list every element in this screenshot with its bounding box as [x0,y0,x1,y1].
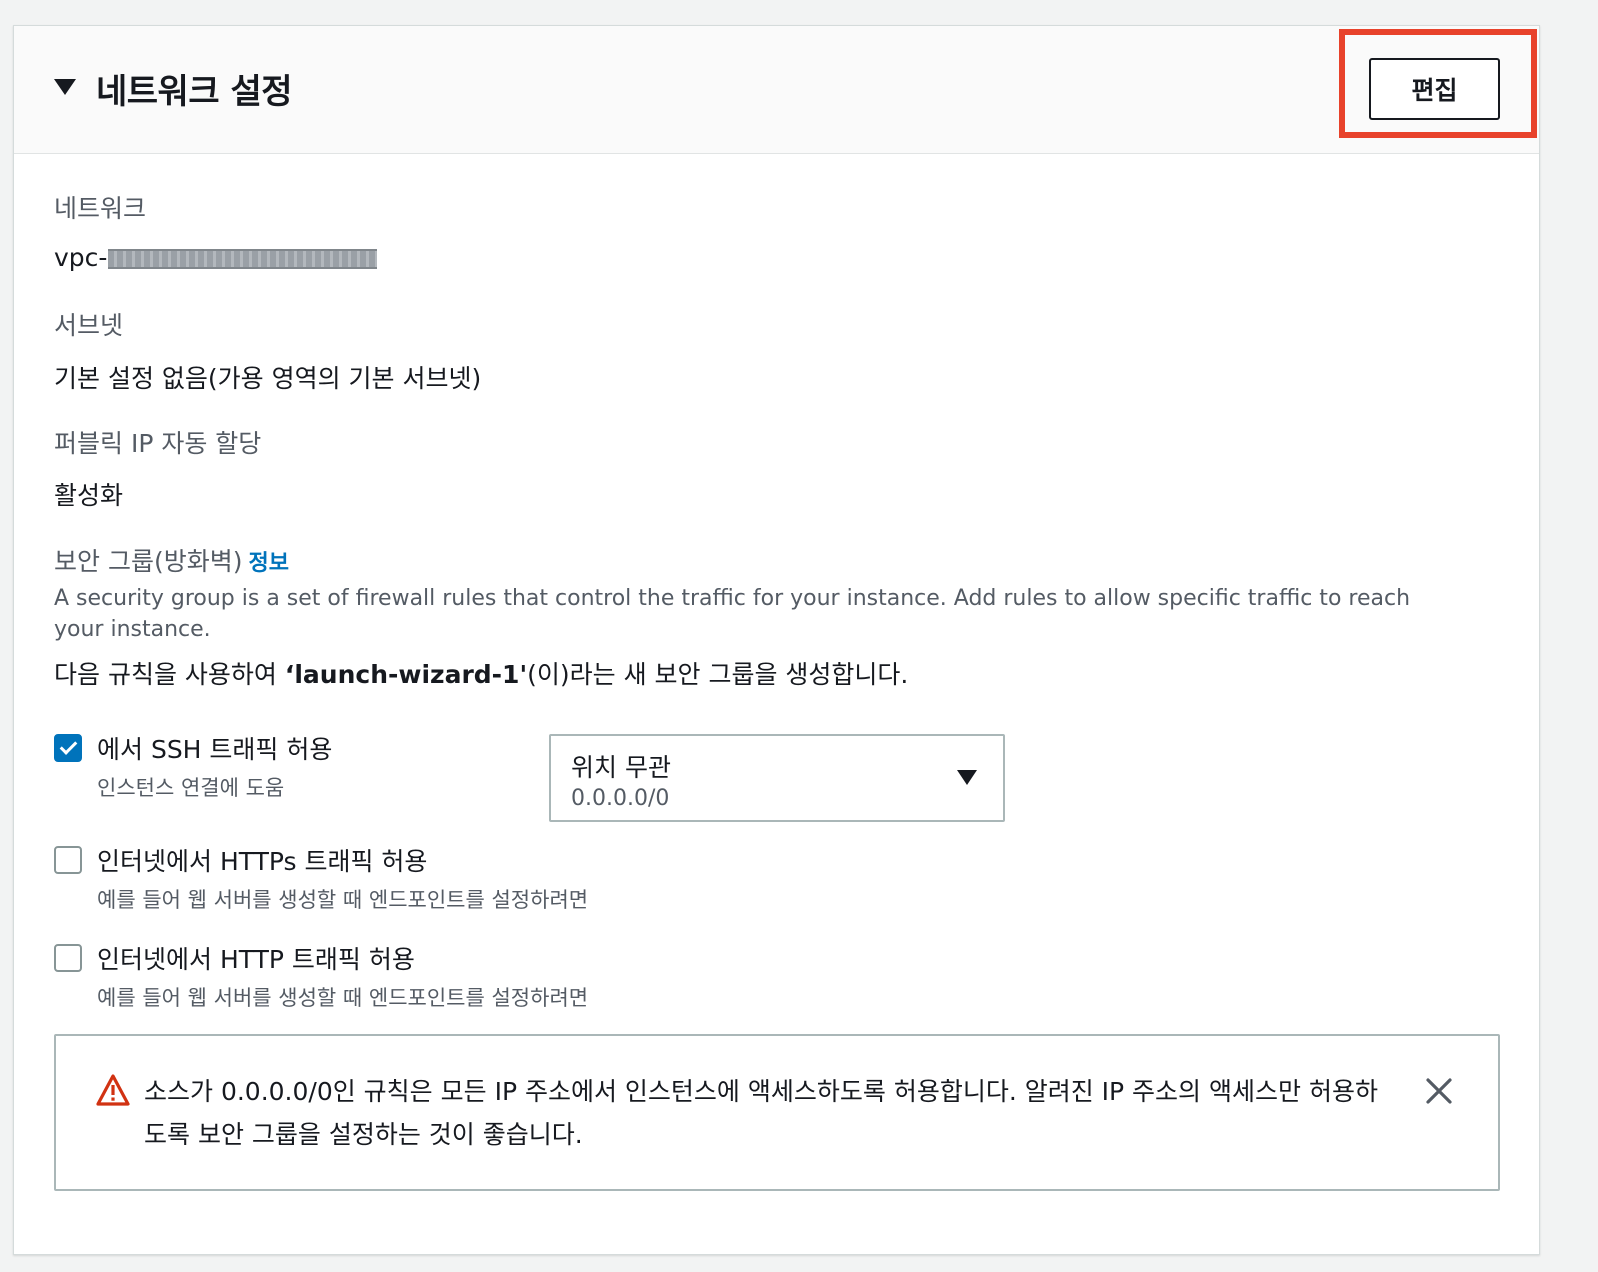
public-ip-label: 퍼블릭 IP 자동 할당 [54,429,262,458]
http-rule-label[interactable]: 인터넷에서 HTTP 트래픽 허용 [97,940,415,976]
http-rule-description: 예를 들어 웹 서버를 생성할 때 엔드포인트를 설정하려면 [97,986,589,1010]
ssh-checkbox[interactable] [54,734,82,762]
http-checkbox[interactable] [54,944,82,972]
panel-header: 네트워크 설정 편집 [14,26,1539,154]
source-select-value: 위치 무관 [571,753,671,782]
https-checkbox[interactable] [54,846,82,874]
network-value: vpc- [54,243,378,272]
network-settings-panel: 네트워크 설정 편집 네트워크 vpc- 서브넷 기본 설정 없음(가용 영역의… [13,25,1540,1255]
security-group-description: A security group is a set of firewall ru… [54,586,1411,642]
https-rule-label[interactable]: 인터넷에서 HTTPs 트래픽 허용 [97,842,427,878]
rule-summary-prefix: 다음 규칙을 사용하여 [54,660,285,689]
warning-text: 소스가 0.0.0.0/0인 규칙은 모든 IP 주소에서 인스턴스에 액세스하… [144,1077,1378,1149]
security-group-info-link[interactable]: 정보 [248,551,288,576]
subnet-value: 기본 설정 없음(가용 영역의 기본 서브넷) [54,364,482,393]
security-group-label-text: 보안 그룹(방화벽) [54,547,243,576]
collapse-caret-icon[interactable] [54,79,76,95]
subnet-label: 서브넷 [54,311,124,340]
panel-title[interactable]: 네트워크 설정 [96,64,293,113]
security-group-name: ‘launch-wizard-1' [284,660,528,689]
https-rule-description: 예를 들어 웹 서버를 생성할 때 엔드포인트를 설정하려면 [97,888,589,912]
close-icon[interactable] [1424,1076,1454,1106]
network-label: 네트워크 [54,194,147,223]
checkmark-icon [59,737,78,755]
public-ip-value: 활성화 [54,481,124,510]
ssh-rule-description: 인스턴스 연결에 도움 [97,776,285,800]
caret-down-icon [957,770,977,785]
ssh-source-select[interactable]: 위치 무관 0.0.0.0/0 [549,734,1005,822]
edit-button[interactable]: 편집 [1369,58,1500,120]
rule-summary-suffix: (이)라는 새 보안 그룹을 생성합니다. [527,660,909,689]
ssh-rule-label[interactable]: 에서 SSH 트래픽 허용 [97,730,332,766]
security-group-rule-summary: 다음 규칙을 사용하여 ‘launch-wizard-1'(이)라는 새 보안 … [54,655,908,691]
vpc-id-prefix: vpc- [54,243,108,272]
security-group-label: 보안 그룹(방화벽) 정보 [54,542,289,578]
vpc-id-redacted [108,249,378,269]
warning-icon [96,1074,130,1106]
source-select-cidr: 0.0.0.0/0 [571,786,670,811]
open-source-warning-alert: 소스가 0.0.0.0/0인 규칙은 모든 IP 주소에서 인스턴스에 액세스하… [54,1034,1500,1191]
